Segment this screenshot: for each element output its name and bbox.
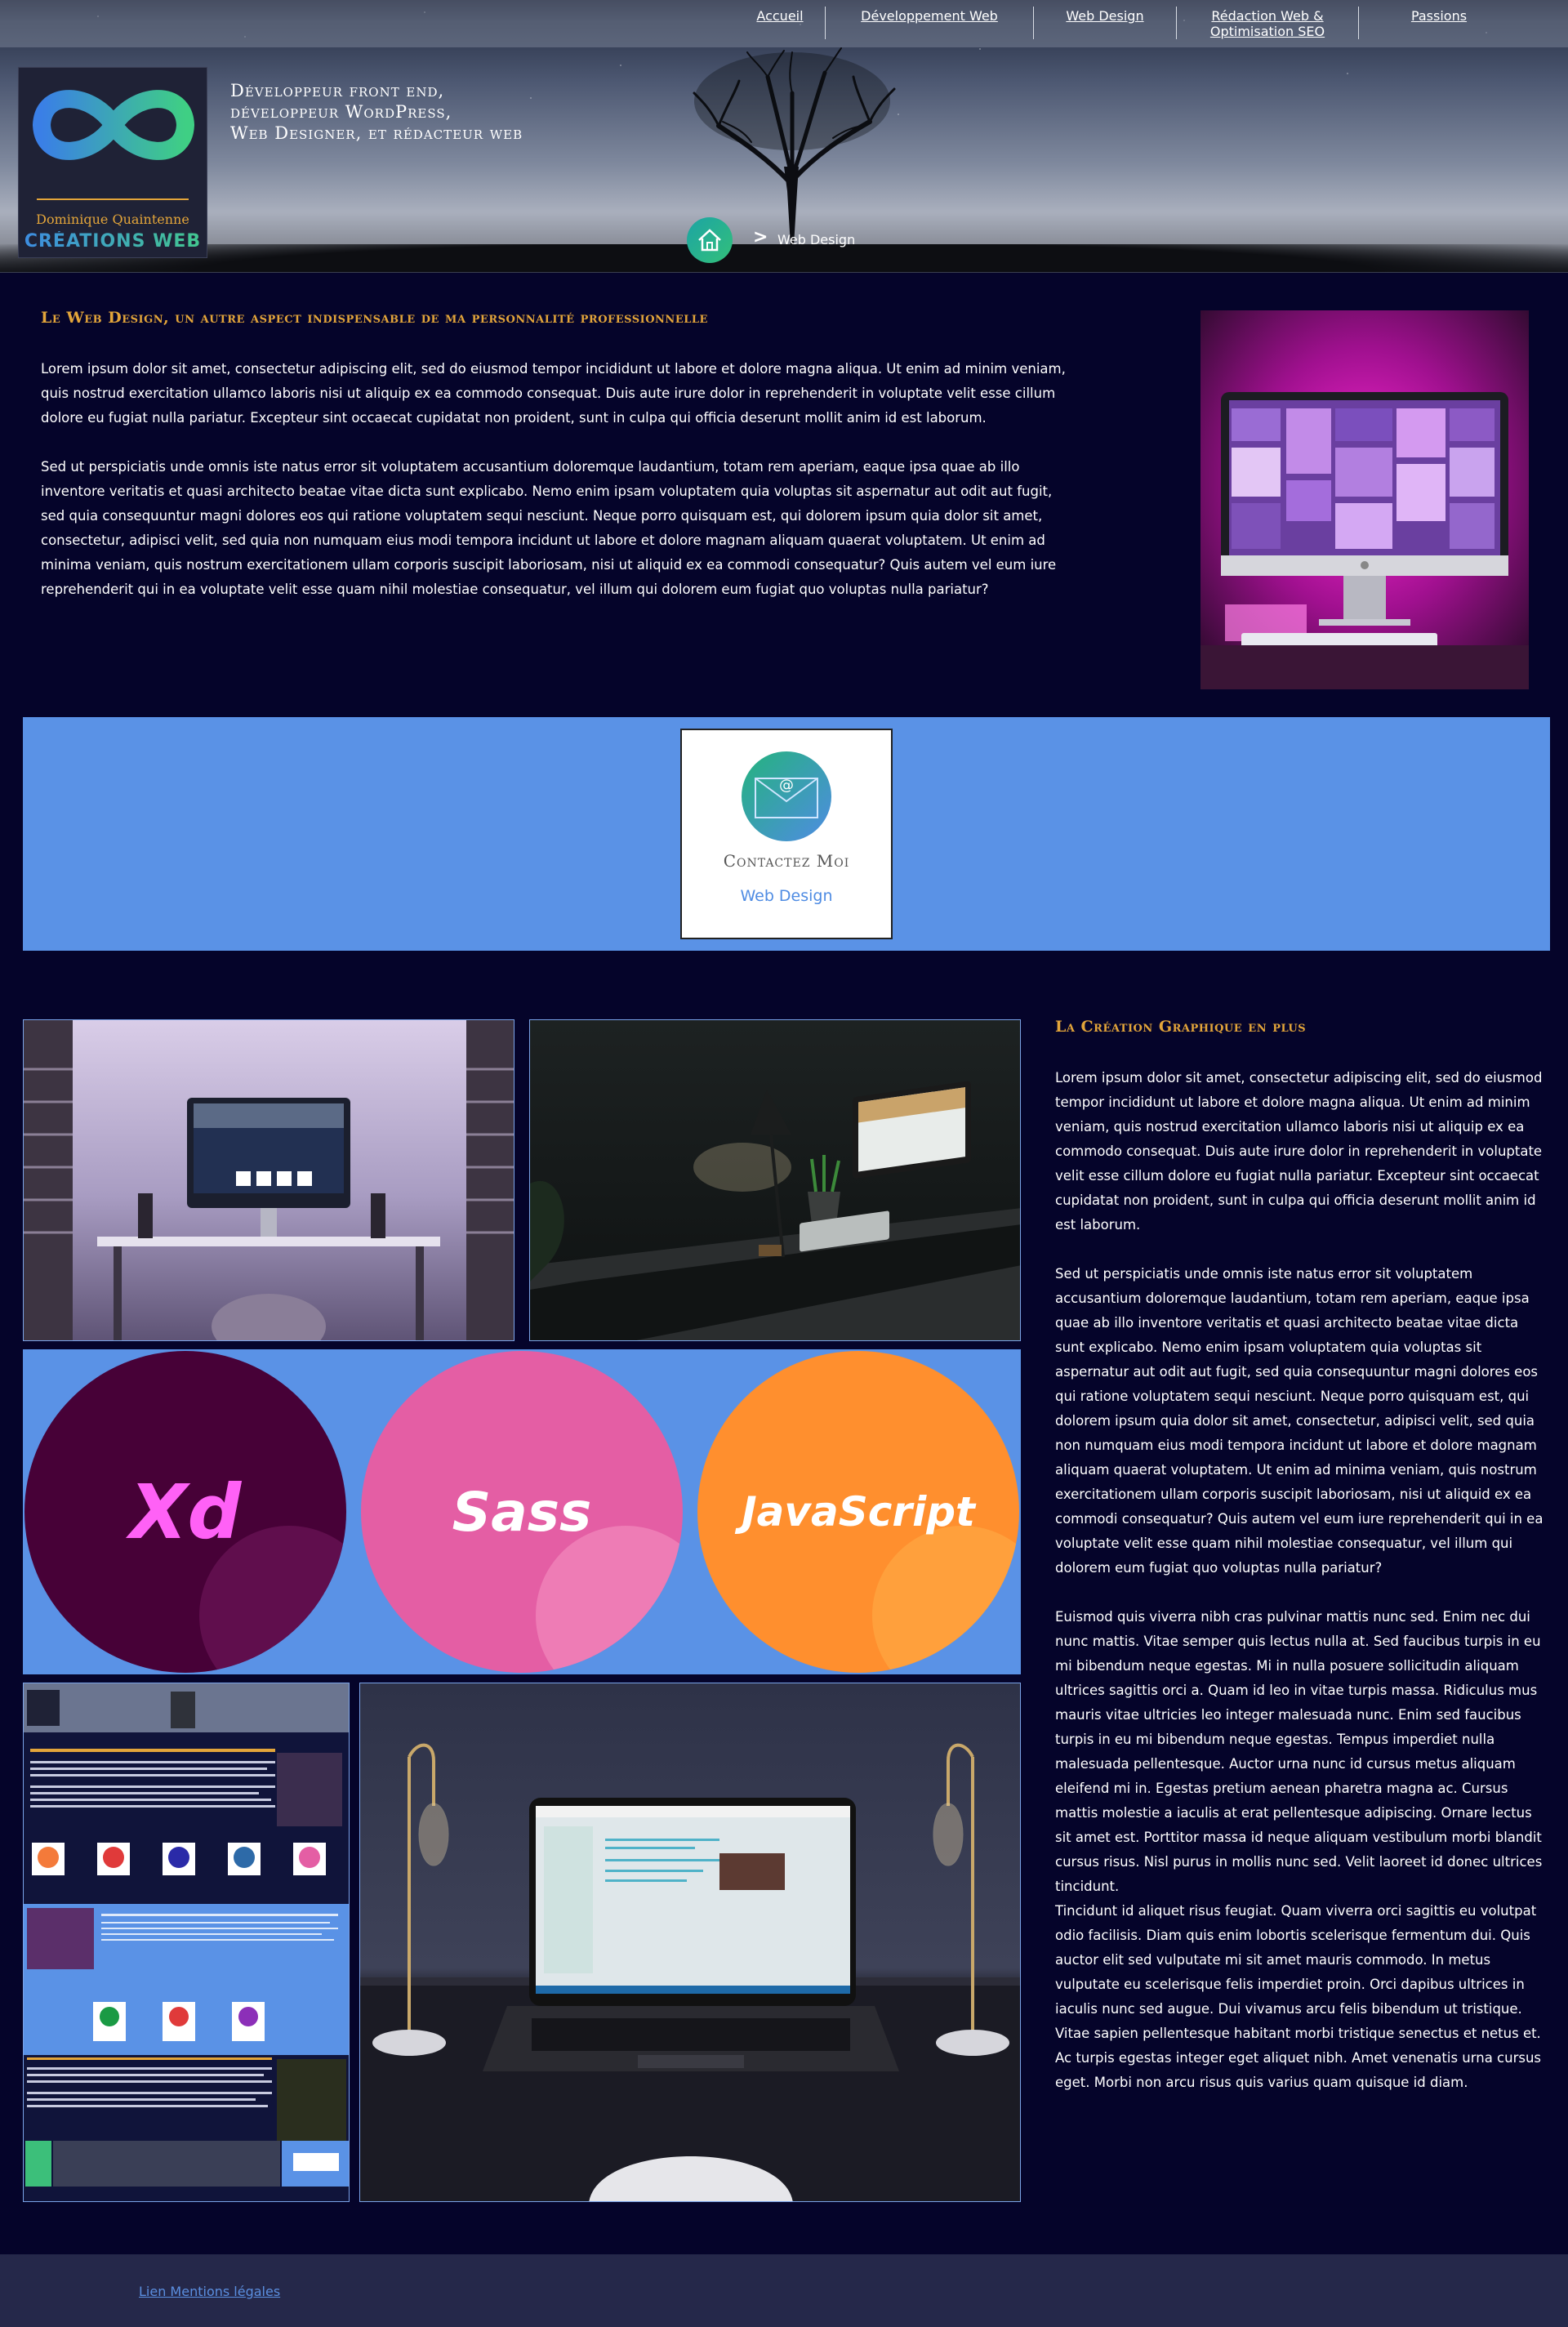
at-symbol: @ — [779, 777, 794, 794]
nav-passions[interactable]: Passions — [1359, 0, 1519, 39]
main-nav: Accueil Développement Web Web Design Réd… — [0, 0, 1568, 47]
contact-icon-circle: @ — [742, 751, 831, 841]
section-paragraph: Lorem ipsum dolor sit amet, consectetur … — [1055, 1070, 1543, 1233]
section-title: Le Web Design, un autre aspect indispens… — [41, 309, 708, 327]
nav-developpement-web[interactable]: Développement Web — [826, 0, 1033, 39]
breadcrumb-home-button[interactable] — [687, 217, 733, 263]
tool-tile: JavaScript — [696, 1349, 1021, 1674]
tagline-line: Web Designer, et rédacteur web — [230, 123, 523, 143]
legal-notice-link[interactable]: Lien Mentions légales — [139, 2284, 280, 2299]
tool-circle-xd: Xd — [24, 1351, 346, 1673]
tool-label: JavaScript — [742, 1488, 975, 1536]
section-paragraph: Euismod quis viverra nibh cras pulvinar … — [1055, 1609, 1543, 1894]
section-paragraph: Lorem ipsum dolor sit amet, consectetur … — [41, 361, 1066, 426]
site-logo[interactable]: Dominique Quaintenne CRÉATIONS WEB — [18, 67, 207, 258]
site-footer: Lien Mentions légales — [0, 2254, 1568, 2327]
infinity-icon — [32, 90, 195, 160]
mail-icon: @ — [755, 777, 818, 818]
logo-divider — [37, 198, 189, 200]
section-paragraph: Sed ut perspiciatis unde omnis iste natu… — [1055, 1266, 1544, 1576]
nav-redaction-web-seo[interactable]: Rédaction Web & Optimisation SEO — [1177, 0, 1358, 39]
tool-circle-sass: Sass — [361, 1351, 683, 1673]
breadcrumb-current: Web Design — [777, 232, 856, 247]
tagline-line: développeur WordPress, — [230, 102, 452, 122]
site-screenshot-image — [23, 1683, 350, 2202]
imac-pink-desk-image — [1200, 310, 1529, 689]
laptop-desk-photo — [359, 1683, 1021, 2202]
site-header: Accueil Développement Web Web Design Réd… — [0, 0, 1568, 273]
tool-label: Sass — [452, 1480, 592, 1544]
horizon-ground — [0, 244, 1568, 272]
tool-tile: Xd — [23, 1349, 348, 1674]
white-desk-photo — [23, 1019, 514, 1341]
tool-label: Xd — [129, 1468, 242, 1556]
contact-card[interactable]: @ Contactez Moi Web Design — [680, 729, 893, 939]
tagline-line: Développeur front end, — [230, 81, 445, 100]
contact-subtitle: Web Design — [740, 887, 833, 905]
section-paragraph: Sed ut perspiciatis unde omnis iste natu… — [41, 459, 1057, 597]
tool-tile: Sass — [359, 1349, 684, 1674]
site-tagline: Développeur front end, développeur WordP… — [230, 80, 523, 144]
logo-subtitle: CRÉATIONS WEB — [19, 231, 207, 252]
breadcrumb-separator: > — [753, 227, 768, 247]
section-paragraph: Tincidunt id aliquet risus feugiat. Quam… — [1055, 1903, 1542, 2090]
logo-name: Dominique Quaintenne — [36, 212, 189, 227]
nav-accueil[interactable]: Accueil — [735, 0, 825, 39]
tools-row: Xd Sass JavaScript — [23, 1349, 1021, 1674]
tool-circle-javascript: JavaScript — [697, 1351, 1019, 1673]
contact-title: Contactez Moi — [723, 851, 850, 871]
home-icon — [698, 229, 721, 252]
contact-band: @ Contactez Moi Web Design — [23, 717, 1550, 951]
nav-web-design[interactable]: Web Design — [1034, 0, 1176, 39]
dark-desk-photo — [529, 1019, 1021, 1341]
section-title: La Création Graphique en plus — [1055, 1018, 1307, 1036]
